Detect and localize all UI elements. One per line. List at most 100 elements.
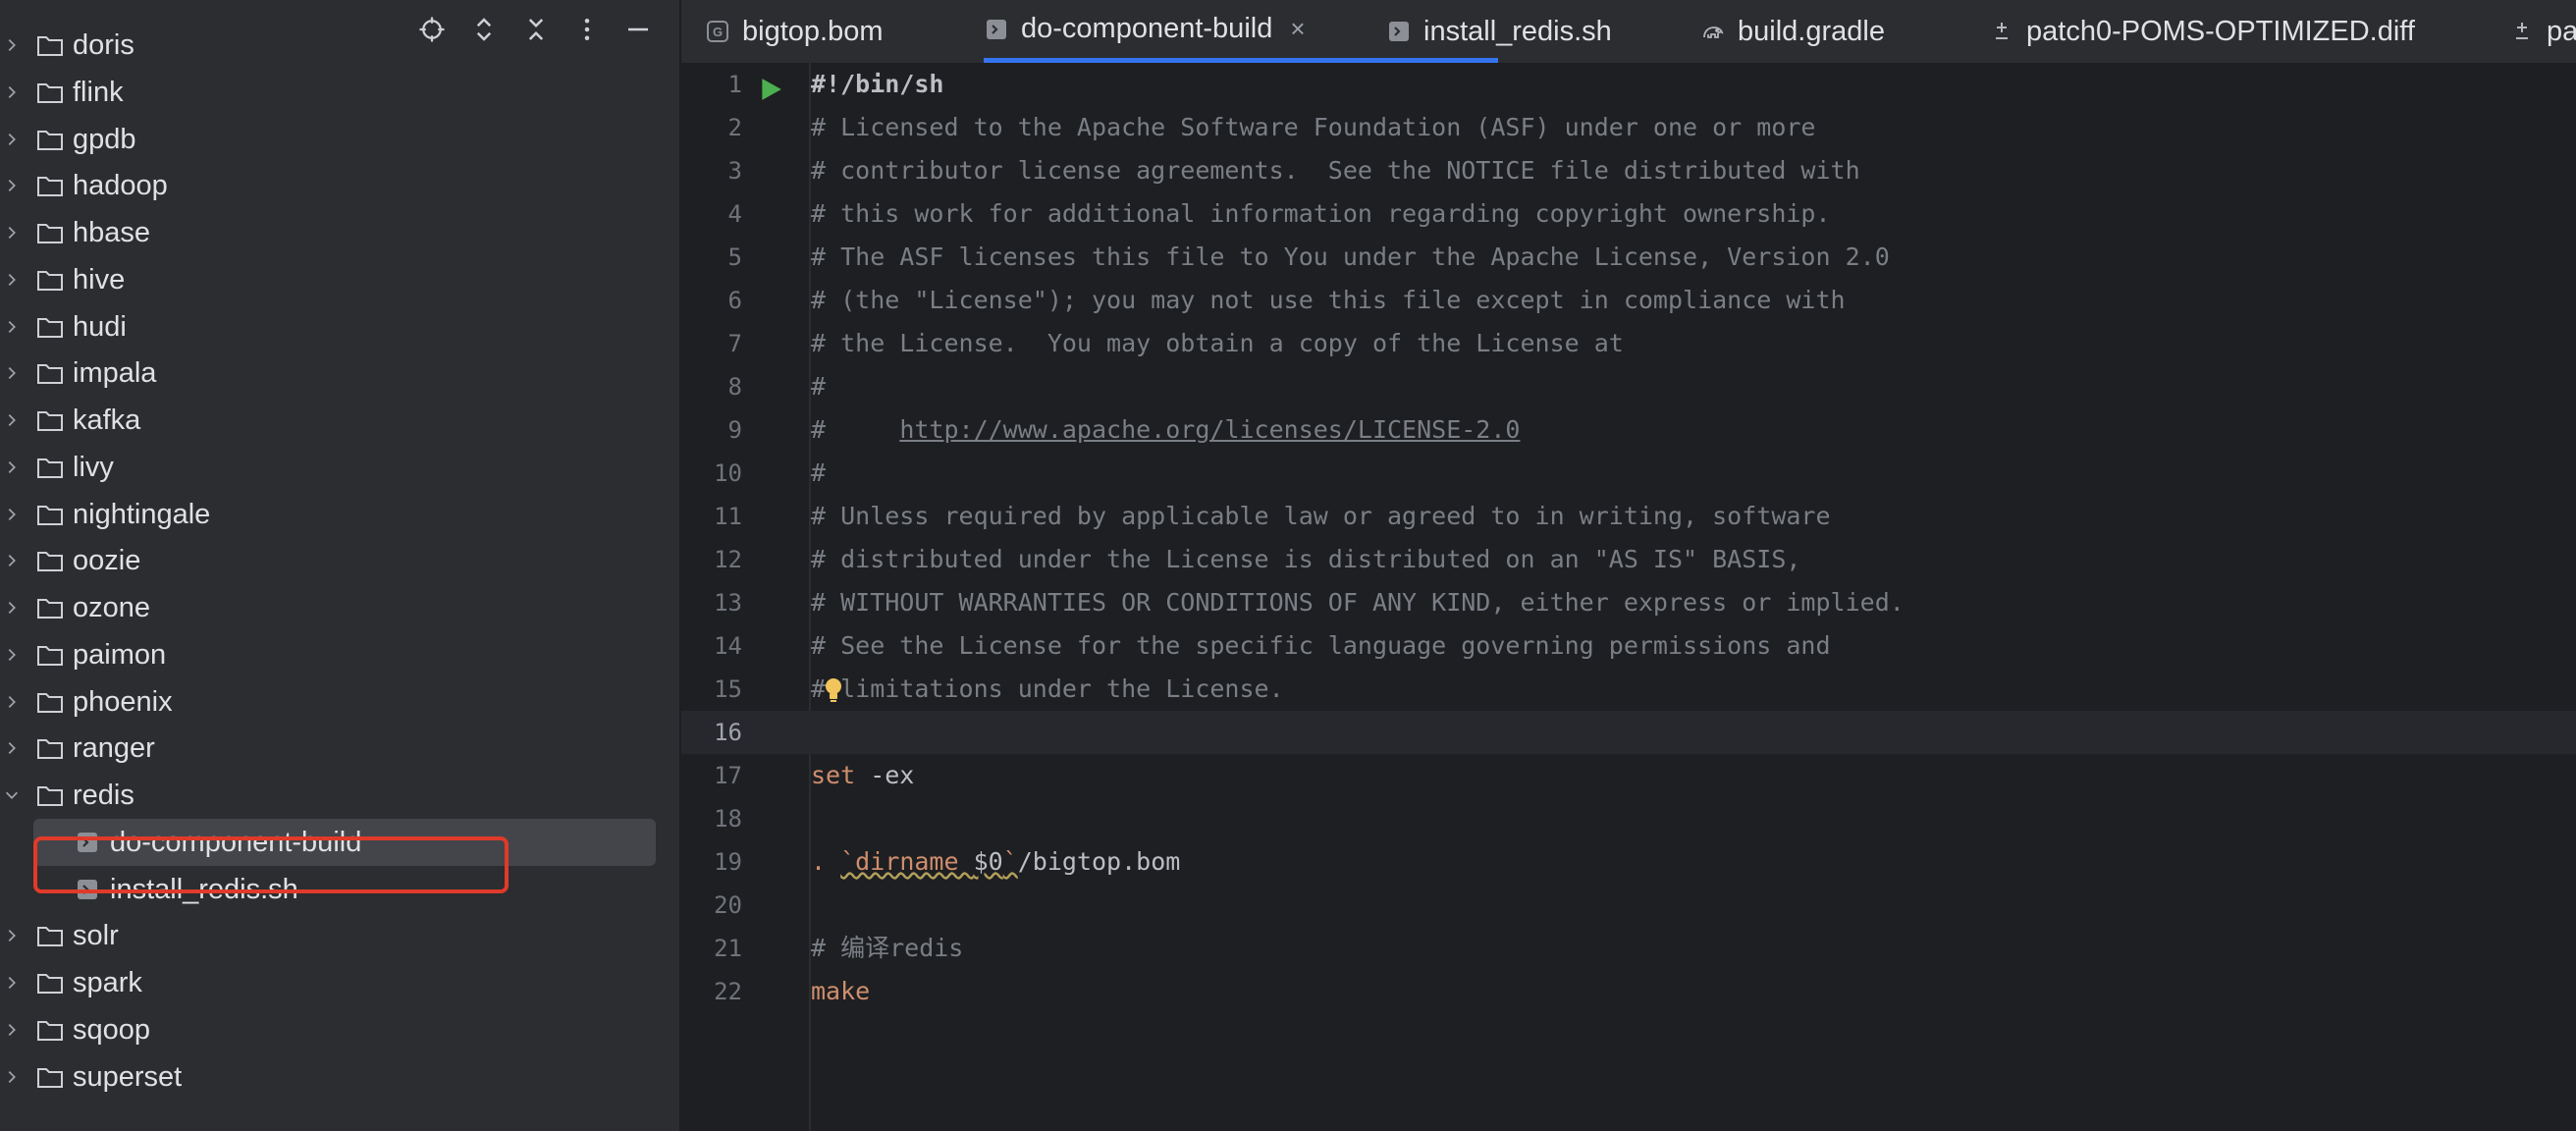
expand-collapse-icon[interactable] (464, 10, 504, 49)
code-area[interactable]: 1 #!/bin/sh 2 # Licensed to the Apache Soft… (681, 63, 2576, 1131)
folder-icon (35, 970, 65, 996)
chevron-right-icon[interactable] (2, 645, 22, 665)
editor-tab[interactable]: build.gradle (1700, 0, 1885, 63)
tree-folder-item[interactable]: spark (0, 959, 679, 1006)
folder-icon (35, 267, 65, 293)
tree-folder-item[interactable]: ranger (0, 725, 679, 772)
tree-folder-item[interactable]: ozone (0, 584, 679, 631)
chevron-right-icon[interactable] (2, 410, 22, 430)
chevron-right-icon[interactable] (2, 738, 22, 758)
more-vertical-icon[interactable] (567, 10, 607, 49)
line-number: 5 (727, 243, 742, 271)
code-line: 4 # this work for additional information … (728, 192, 2576, 236)
close-collapse-icon[interactable] (516, 10, 556, 49)
chevron-right-icon[interactable] (2, 458, 22, 477)
tree-folder-item[interactable]: hudi (0, 303, 679, 350)
tree-folder-item[interactable]: livy (0, 444, 679, 491)
run-icon[interactable] (758, 77, 783, 102)
tree-item-label: phoenix (73, 685, 173, 718)
line-number: 14 (714, 632, 742, 660)
tree-item-label: spark (73, 966, 142, 998)
tree-folder-item[interactable]: oozie (0, 537, 679, 584)
tree-folder-item[interactable]: superset (0, 1053, 679, 1101)
chevron-right-icon[interactable] (2, 598, 22, 618)
chevron-right-icon[interactable] (2, 363, 22, 383)
code-text: # Licensed to the Apache Software Founda… (811, 106, 1816, 149)
chevron-right-icon[interactable] (2, 176, 22, 195)
tree-item-label: kafka (73, 404, 141, 436)
chevron-right-icon[interactable] (2, 926, 22, 945)
chevron-right-icon[interactable] (2, 270, 22, 290)
line-number: 21 (714, 935, 742, 962)
gradle-elephant-icon (1700, 19, 1726, 44)
tree-folder-item[interactable]: paimon (0, 631, 679, 678)
code-line: 22 make (714, 970, 2576, 1013)
editor-tab[interactable]: patch0-POMS-OPTIMIZED.diff (1989, 0, 2415, 63)
code-line: 5 # The ASF licenses this file to You und… (728, 236, 2576, 279)
line-number: 3 (727, 157, 742, 185)
code-line: 12 # distributed under the License is dis… (714, 538, 2576, 581)
license-link[interactable]: http://www.apache.org/licenses/LICENSE-2… (899, 415, 1520, 444)
chevron-right-icon[interactable] (2, 130, 22, 149)
editor-tab[interactable]: install_redis.sh (1386, 0, 1612, 63)
folder-icon (35, 735, 65, 761)
tree-folder-item[interactable]: flink (0, 69, 679, 116)
line-number: 1 (727, 71, 742, 98)
comment-text: #!/bin/sh (811, 70, 944, 98)
line-number: 13 (714, 589, 742, 617)
tree-folder-item[interactable]: redis (0, 772, 679, 819)
line-number: 7 (727, 330, 742, 357)
keyword-token: make (811, 977, 871, 1005)
tree-folder-item[interactable]: kafka (0, 397, 679, 444)
chevron-right-icon[interactable] (2, 1067, 22, 1087)
variable-token: $0 (973, 847, 1003, 876)
project-panel: doris flink gpdb hadoop hbase hive hudi impala k… (0, 0, 681, 1131)
code-token: -ex (855, 761, 915, 789)
line-number: 4 (727, 200, 742, 228)
gradle-file-icon: G (705, 19, 730, 44)
chevron-right-icon[interactable] (2, 692, 22, 712)
tree-file-item[interactable]: install_redis.sh (0, 866, 679, 913)
chevron-right-icon[interactable] (2, 223, 22, 242)
tree-file-item[interactable]: do-component-build (33, 819, 656, 866)
comment-text: # contributor license agreements. See th… (811, 156, 1860, 185)
chevron-down-icon[interactable] (2, 785, 22, 805)
comment-text: # the License. You may obtain a copy of … (811, 329, 1624, 357)
folder-icon (35, 314, 65, 340)
tree-folder-item[interactable]: hbase (0, 209, 679, 256)
comment-text: # 编译redis (811, 934, 964, 962)
tree-folder-item[interactable]: sqoop (0, 1006, 679, 1053)
chevron-right-icon[interactable] (2, 505, 22, 524)
tree-folder-item[interactable]: impala (0, 350, 679, 397)
line-number: 10 (714, 459, 742, 487)
close-icon[interactable]: × (1290, 14, 1305, 44)
diff-icon (1989, 19, 2014, 44)
tree-folder-item[interactable]: gpdb (0, 116, 679, 163)
code-text: # contributor license agreements. See th… (811, 149, 1860, 192)
chevron-right-icon[interactable] (2, 317, 22, 337)
editor-tab-label: do-component-build (1021, 13, 1273, 44)
tree-folder-item[interactable]: nightingale (0, 491, 679, 538)
chevron-right-icon[interactable] (2, 1020, 22, 1040)
tree-item-label: sqoop (73, 1013, 151, 1046)
crosshair-icon[interactable] (412, 10, 452, 49)
tree-folder-item[interactable]: hadoop (0, 162, 679, 209)
code-line: 20 (714, 884, 2576, 927)
chevron-right-icon[interactable] (2, 551, 22, 570)
shell-script-icon (1386, 19, 1412, 44)
tree-item-label: ozone (73, 591, 151, 623)
editor-tab[interactable]: Gbigtop.bom (705, 0, 884, 63)
tree-folder-item[interactable]: solr (0, 912, 679, 959)
minimize-icon[interactable] (618, 10, 658, 49)
tree-item-label: ranger (73, 731, 155, 764)
tree-folder-item[interactable]: phoenix (0, 678, 679, 726)
tree-item-label: solr (73, 919, 119, 951)
lightbulb-icon[interactable] (822, 675, 845, 705)
chevron-right-icon[interactable] (2, 973, 22, 993)
chevron-right-icon[interactable] (2, 82, 22, 102)
editor-tab[interactable]: pa (2509, 0, 2576, 63)
code-text: # WITHOUT WARRANTIES OR CONDITIONS OF AN… (811, 581, 1905, 624)
tree-folder-item[interactable]: hive (0, 256, 679, 303)
line-number: 8 (727, 373, 742, 401)
tree-item-label: do-component-build (110, 826, 362, 858)
